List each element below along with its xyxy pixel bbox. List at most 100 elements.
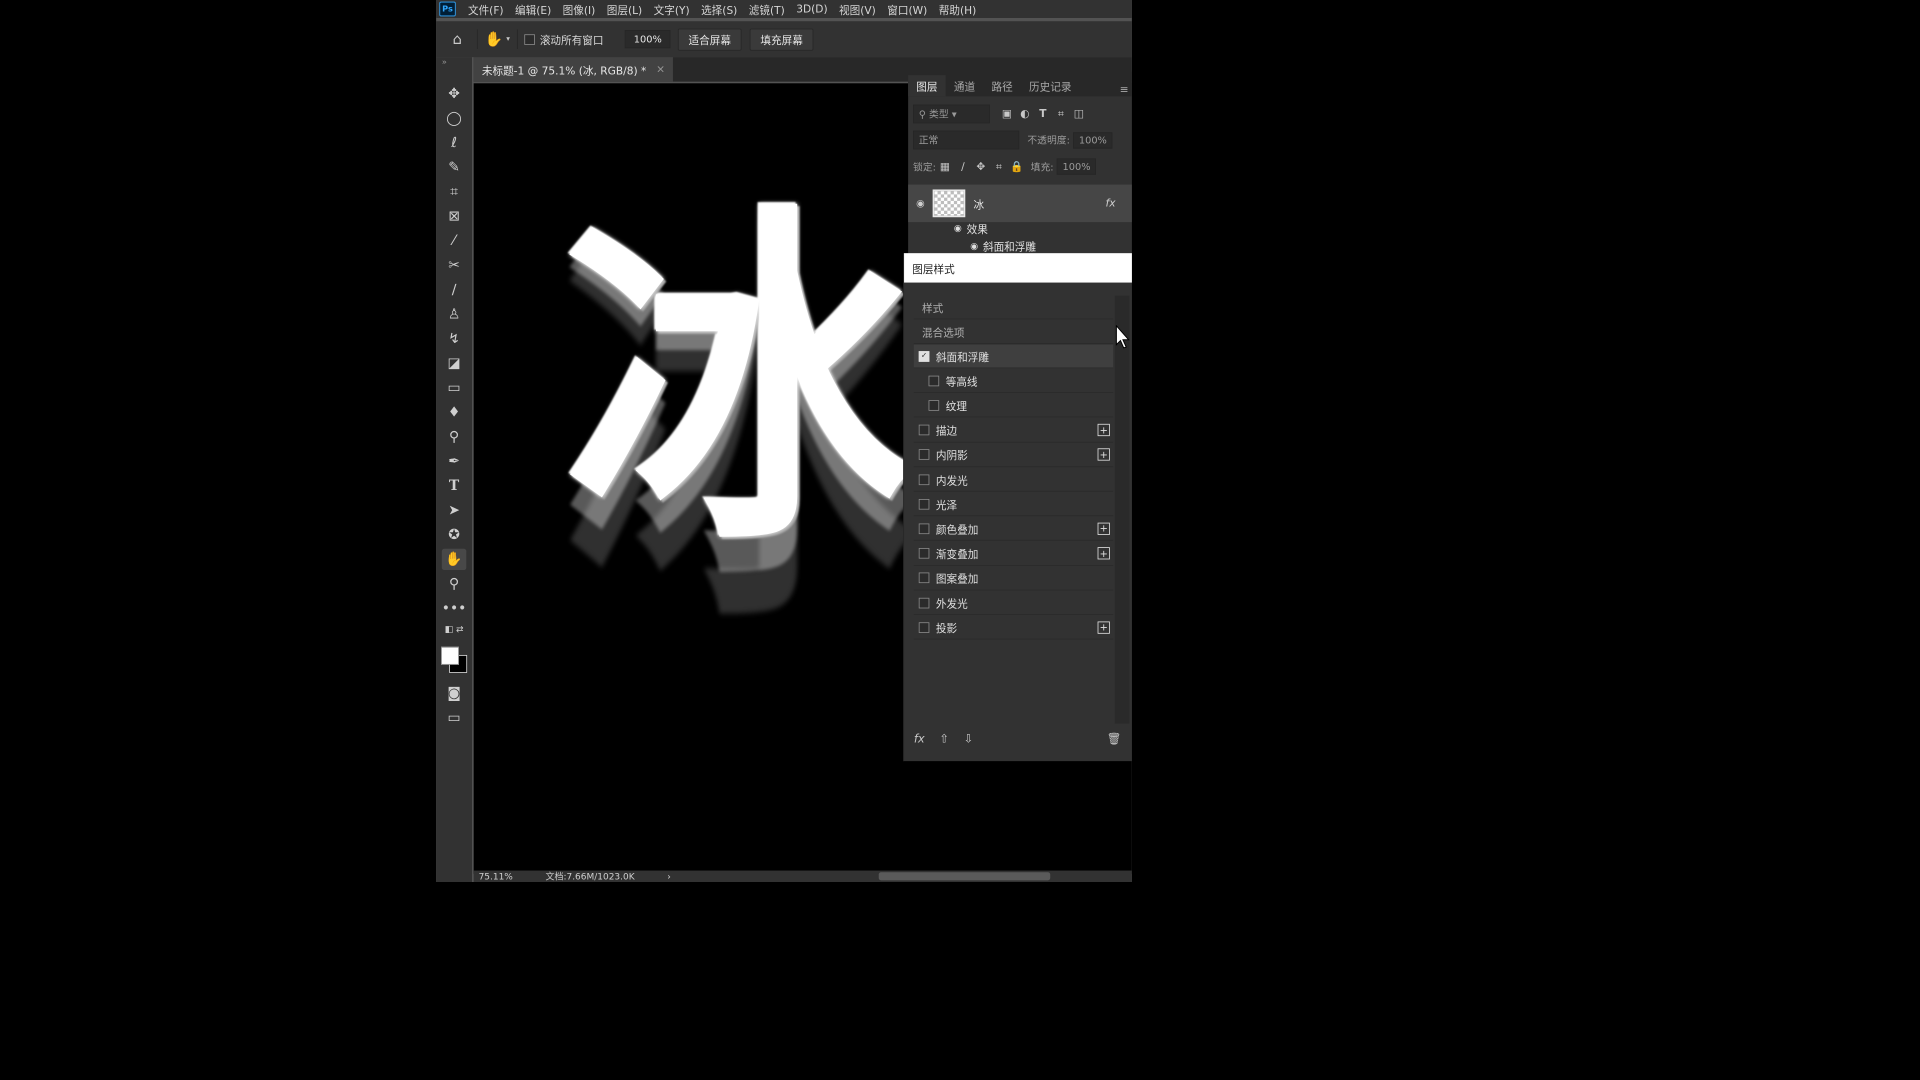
style-checkbox[interactable] xyxy=(918,449,930,461)
style-item[interactable]: 渐变叠加 + xyxy=(913,542,1114,566)
menu-select[interactable]: 选择(S) xyxy=(695,1,743,17)
bevel-eye-icon[interactable]: ◉ xyxy=(970,241,978,252)
style-checkbox[interactable] xyxy=(918,548,930,559)
style-item[interactable]: 纹理 xyxy=(913,394,1114,418)
screen-mode-icon[interactable]: ▭ xyxy=(442,707,467,728)
menu-file[interactable]: 文件(F) xyxy=(462,1,509,17)
menu-filter[interactable]: 滤镜(T) xyxy=(743,1,790,17)
style-item[interactable]: 投影 + xyxy=(913,616,1114,640)
style-item[interactable]: 图案叠加 xyxy=(913,567,1114,591)
style-item[interactable]: 描边 + xyxy=(913,419,1114,443)
type-filter-icon[interactable]: T xyxy=(1034,108,1052,120)
menu-view[interactable]: 视图(V) xyxy=(833,1,881,17)
scroll-all-windows-checkbox[interactable] xyxy=(524,33,535,45)
custom-shape-tool-icon[interactable]: ✪ xyxy=(442,524,467,545)
style-item[interactable]: ✓ 斜面和浮雕 xyxy=(913,344,1114,369)
add-instance-plus-icon[interactable]: + xyxy=(1097,448,1110,461)
add-instance-plus-icon[interactable]: + xyxy=(1097,522,1110,535)
style-checkbox[interactable] xyxy=(918,572,930,584)
style-checkbox[interactable] xyxy=(928,400,940,411)
style-checkbox[interactable] xyxy=(918,597,930,609)
tab-history[interactable]: 历史记录 xyxy=(1021,75,1080,96)
fill-screen-button[interactable]: 填充屏幕 xyxy=(749,28,814,51)
style-checkbox[interactable]: ✓ xyxy=(918,350,930,362)
layer-effects-fx-icon[interactable]: fx xyxy=(1106,197,1116,209)
blur-tool-icon[interactable]: ♦ xyxy=(442,402,467,423)
style-item[interactable]: 外发光 xyxy=(913,591,1114,615)
move-up-icon[interactable]: ⇧ xyxy=(939,733,949,746)
style-checkbox[interactable] xyxy=(918,498,930,510)
style-item[interactable]: 内阴影 + xyxy=(913,443,1114,467)
lock-artboard-icon[interactable]: ⌗ xyxy=(990,160,1008,172)
add-instance-plus-icon[interactable]: + xyxy=(1097,621,1110,634)
menu-edit[interactable]: 编辑(E) xyxy=(509,1,557,17)
move-tool-icon[interactable]: ✥ xyxy=(442,83,467,104)
style-checkbox[interactable] xyxy=(918,523,930,535)
history-brush-tool-icon[interactable]: ↯ xyxy=(442,328,467,349)
hand-tool-preset-icon[interactable]: ✋ ▾ xyxy=(484,27,510,52)
tab-channels[interactable]: 通道 xyxy=(946,75,984,96)
style-item[interactable]: 等高线 xyxy=(913,369,1114,393)
home-icon[interactable]: ⌂ xyxy=(444,27,470,52)
pixel-filter-icon[interactable]: ▣ xyxy=(998,108,1016,120)
lock-all-icon[interactable]: 🔒 xyxy=(1008,160,1026,172)
zoom-tool-icon[interactable]: ⚲ xyxy=(442,573,467,594)
fill-input[interactable]: 100% xyxy=(1056,158,1097,175)
eyedropper-tool-icon[interactable]: ⁄ xyxy=(442,230,467,251)
lasso-tool-icon[interactable]: ℓ xyxy=(442,132,467,153)
move-down-icon[interactable]: ⇩ xyxy=(964,733,974,746)
gradient-tool-icon[interactable]: ▭ xyxy=(442,377,467,398)
eraser-tool-icon[interactable]: ◪ xyxy=(442,353,467,374)
more-tools-icon[interactable]: ••• xyxy=(442,598,467,619)
lock-transparency-icon[interactable]: ▦ xyxy=(936,160,954,172)
add-instance-plus-icon[interactable]: + xyxy=(1097,423,1110,437)
hand-tool-icon[interactable]: ✋ xyxy=(441,548,467,571)
panel-menu-icon[interactable]: ≡ xyxy=(1120,84,1129,96)
dialog-scrollbar[interactable] xyxy=(1114,295,1130,724)
type-tool-icon[interactable]: T xyxy=(442,475,467,496)
style-checkbox[interactable] xyxy=(918,424,930,436)
adjustment-filter-icon[interactable]: ◐ xyxy=(1016,108,1034,120)
menu-type[interactable]: 文字(Y) xyxy=(648,1,695,17)
dialog-title[interactable]: 图层样式 xyxy=(904,253,1132,283)
style-item[interactable]: 内发光 xyxy=(913,468,1114,492)
smart-object-filter-icon[interactable]: ◫ xyxy=(1070,108,1088,120)
zoom-100-button[interactable]: 100% xyxy=(624,30,671,49)
style-checkbox[interactable] xyxy=(918,474,930,485)
layer-row-ice[interactable]: ◉ 冰 fx xyxy=(908,184,1132,223)
brush-tool-icon[interactable]: ∕ xyxy=(442,279,467,300)
menu-3d[interactable]: 3D(D) xyxy=(790,3,833,15)
effect-row-bevel[interactable]: ◉ 斜面和浮雕 xyxy=(970,238,1036,254)
blend-mode-select[interactable]: 正常 xyxy=(913,130,1020,150)
style-item[interactable]: 光泽 xyxy=(913,493,1114,517)
menu-help[interactable]: 帮助(H) xyxy=(933,1,982,17)
menu-window[interactable]: 窗口(W) xyxy=(882,1,933,17)
style-checkbox[interactable] xyxy=(918,622,930,633)
status-zoom[interactable]: 75.11% xyxy=(479,871,513,882)
menu-image[interactable]: 图像(I) xyxy=(557,1,601,17)
styles-header[interactable]: 样式 xyxy=(913,296,1114,320)
close-icon[interactable]: × xyxy=(656,63,665,75)
collapse-toolbar-icon[interactable]: » xyxy=(442,57,467,67)
swap-colors-icon[interactable]: ◧ ⇄ xyxy=(442,622,467,635)
quick-mask-icon[interactable]: ◙ xyxy=(442,683,467,704)
tab-layers[interactable]: 图层 xyxy=(908,75,946,97)
add-effect-fx-icon[interactable]: fx xyxy=(914,733,925,746)
lock-position-icon[interactable]: ✥ xyxy=(972,160,990,172)
delete-effect-icon[interactable]: 🗑 xyxy=(1107,733,1122,746)
frame-tool-icon[interactable]: ⊠ xyxy=(442,206,467,227)
add-instance-plus-icon[interactable]: + xyxy=(1097,547,1110,560)
tab-paths[interactable]: 路径 xyxy=(983,75,1021,96)
visibility-eye-icon[interactable]: ◉ xyxy=(908,198,933,209)
elliptical-marquee-tool-icon[interactable]: ◯ xyxy=(442,108,467,129)
horizontal-scrollbar[interactable] xyxy=(878,872,1051,881)
document-tab[interactable]: 未标题-1 @ 75.1% (冰, RGB/8) * × xyxy=(473,57,674,82)
opacity-input[interactable]: 100% xyxy=(1073,131,1113,149)
path-selection-tool-icon[interactable]: ➤ xyxy=(442,500,467,521)
effects-eye-icon[interactable]: ◉ xyxy=(954,223,962,234)
dodge-tool-icon[interactable]: ⚲ xyxy=(442,426,467,447)
layer-filter-select[interactable]: ⚲ 类型 ▾ xyxy=(913,104,990,124)
effects-row[interactable]: ◉ 效果 xyxy=(954,221,988,236)
menu-layer[interactable]: 图层(L) xyxy=(601,1,648,17)
status-arrow-icon[interactable]: › xyxy=(667,871,671,882)
